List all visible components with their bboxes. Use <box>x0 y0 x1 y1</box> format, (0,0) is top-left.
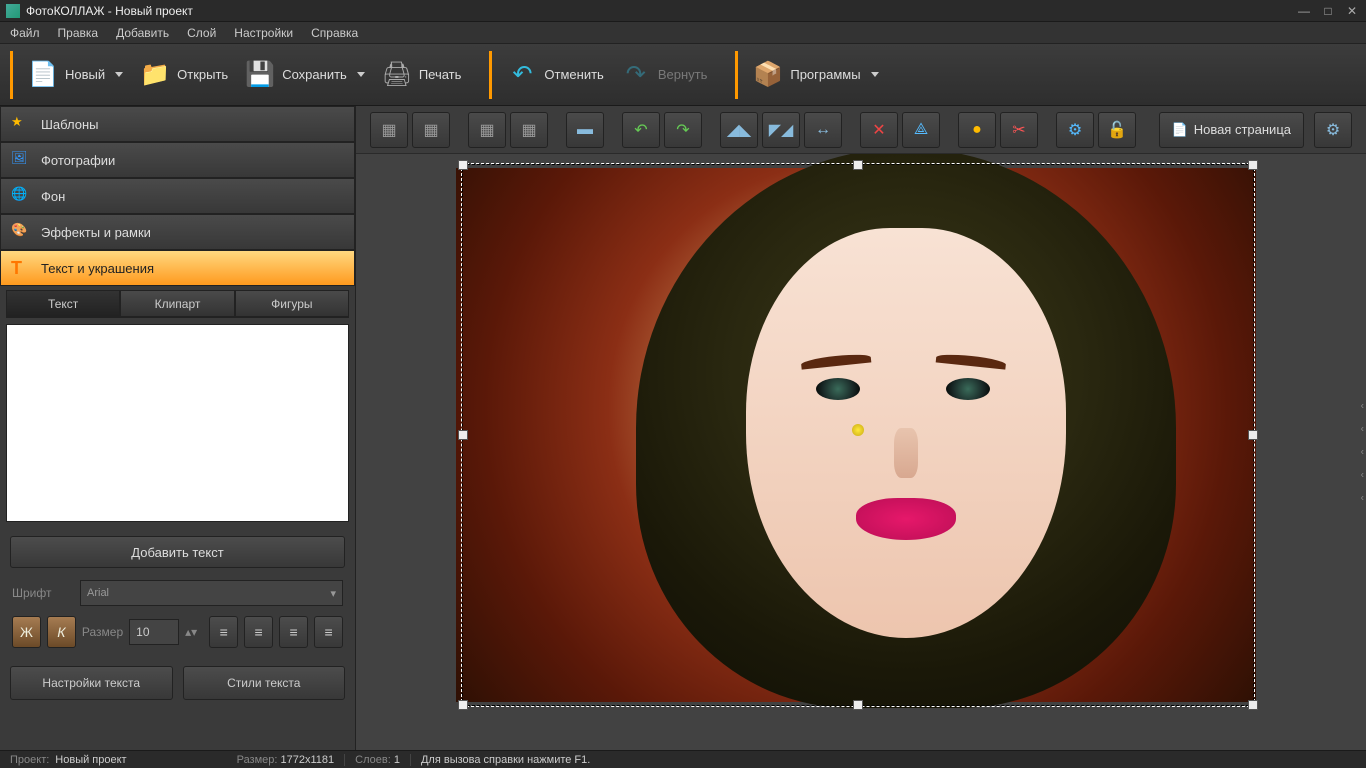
rotate-right-button[interactable]: ↷ <box>664 112 702 148</box>
settings-gear-button[interactable]: ⚙ <box>1056 112 1094 148</box>
align-center-button[interactable]: ≡ <box>244 616 273 648</box>
accordion-effects[interactable]: 🎨 Эффекты и рамки <box>0 214 355 250</box>
fit-button[interactable]: ↔ <box>804 112 842 148</box>
bring-front-button[interactable]: ▦ <box>370 112 408 148</box>
align-right-button[interactable]: ≡ <box>279 616 308 648</box>
palette-icon: 🎨 <box>11 222 31 242</box>
font-select[interactable]: Arial ▾ <box>80 580 343 606</box>
italic-button[interactable]: К <box>47 616 76 648</box>
box-icon: 📦 <box>752 59 784 91</box>
align-left-button[interactable]: ≡ <box>209 616 238 648</box>
text-styles-button[interactable]: Стили текста <box>183 666 346 700</box>
bold-button[interactable]: Ж <box>12 616 41 648</box>
canvas-area: ▦ ▦ ▦ ▦ ▬ ↶ ↷ ◢◣ ◤◢ ↔ ✕ ⟁ ● ✂ ⚙ 🔓 📄 <box>356 106 1366 750</box>
canvas-toolbar: ▦ ▦ ▦ ▦ ▬ ↶ ↷ ◢◣ ◤◢ ↔ ✕ ⟁ ● ✂ ⚙ 🔓 📄 <box>356 106 1366 154</box>
left-panel: ★ Шаблоны 🖼 Фотографии 🌐 Фон 🎨 Эффекты и… <box>0 106 356 750</box>
print-button[interactable]: 🖨 Печать <box>373 55 470 95</box>
chevron-down-icon <box>115 72 123 77</box>
statusbar: Проект: Новый проект Размер: 1772x1181 С… <box>0 750 1366 768</box>
undo-button[interactable]: ↶ Отменить <box>498 55 611 95</box>
menubar: Файл Правка Добавить Слой Настройки Спра… <box>0 22 1366 44</box>
page-settings-button[interactable]: ⚙ <box>1314 112 1352 148</box>
menu-edit[interactable]: Правка <box>58 26 99 40</box>
accordion-text-decor[interactable]: T Текст и украшения <box>0 250 355 286</box>
chevron-down-icon <box>357 72 365 77</box>
accordion-background[interactable]: 🌐 Фон <box>0 178 355 214</box>
portrait-lips <box>856 498 956 540</box>
print-icon: 🖨 <box>381 59 413 91</box>
panel-collapse-dots[interactable]: ‹‹‹‹‹ <box>1361 401 1364 504</box>
new-button[interactable]: 📄 Новый <box>19 55 131 95</box>
maximize-button[interactable]: □ <box>1320 4 1336 18</box>
page-add-icon: 📄 <box>1172 122 1188 138</box>
save-icon: 💾 <box>244 59 276 91</box>
portrait-eye <box>946 378 990 400</box>
undo-icon: ↶ <box>506 59 538 91</box>
programs-button[interactable]: 📦 Программы <box>744 55 886 95</box>
menu-settings[interactable]: Настройки <box>234 26 293 40</box>
status-project-value: Новый проект <box>55 754 126 766</box>
minimize-button[interactable]: — <box>1296 4 1312 18</box>
delete-button[interactable]: ✕ <box>860 112 898 148</box>
size-label: Размер <box>82 625 123 639</box>
lock-button[interactable]: 🔓 <box>1098 112 1136 148</box>
size-spinner-icon[interactable]: ▴▾ <box>185 625 197 639</box>
text-preview <box>6 324 349 522</box>
align-justify-button[interactable]: ≡ <box>314 616 343 648</box>
save-button[interactable]: 💾 Сохранить <box>236 55 373 95</box>
color-button[interactable]: ● <box>958 112 996 148</box>
chevron-down-icon <box>871 72 879 77</box>
flip-h-button[interactable]: ◢◣ <box>720 112 758 148</box>
tab-shapes[interactable]: Фигуры <box>235 290 349 317</box>
app-icon <box>6 4 20 18</box>
photo-icon: 🖼 <box>11 150 31 170</box>
globe-icon: 🌐 <box>11 186 31 206</box>
font-label: Шрифт <box>12 586 72 600</box>
layer-down-button[interactable]: ▦ <box>510 112 548 148</box>
chevron-down-icon: ▾ <box>330 587 336 600</box>
titlebar: ФотоКОЛЛАЖ - Новый проект — □ ✕ <box>0 0 1366 22</box>
new-page-button[interactable]: 📄 Новая страница <box>1159 112 1304 148</box>
portrait-nose <box>894 428 918 478</box>
layer-up-button[interactable]: ▦ <box>468 112 506 148</box>
folder-open-icon: 📁 <box>139 59 171 91</box>
cut-button[interactable]: ✂ <box>1000 112 1038 148</box>
accordion-templates[interactable]: ★ Шаблоны <box>0 106 355 142</box>
tab-clipart[interactable]: Клипарт <box>120 290 234 317</box>
size-input[interactable] <box>129 619 179 645</box>
open-button[interactable]: 📁 Открыть <box>131 55 236 95</box>
close-button[interactable]: ✕ <box>1344 4 1360 18</box>
text-icon: T <box>11 258 31 278</box>
accordion-photos[interactable]: 🖼 Фотографии <box>0 142 355 178</box>
menu-layer[interactable]: Слой <box>187 26 216 40</box>
align-button[interactable]: ▬ <box>566 112 604 148</box>
new-icon: 📄 <box>27 59 59 91</box>
menu-add[interactable]: Добавить <box>116 26 169 40</box>
status-help-hint: Для вызова справки нажмите F1. <box>411 754 600 766</box>
redo-icon: ↷ <box>620 59 652 91</box>
tab-text[interactable]: Текст <box>6 290 120 317</box>
status-size-value: 1772x1181 <box>281 754 335 766</box>
redo-button[interactable]: ↷ Вернуть <box>612 55 716 95</box>
rotate-left-button[interactable]: ↶ <box>622 112 660 148</box>
menu-file[interactable]: Файл <box>10 26 40 40</box>
status-layers-value: 1 <box>394 754 400 766</box>
flip-v-button[interactable]: ◤◢ <box>762 112 800 148</box>
window-title: ФотоКОЛЛАЖ - Новый проект <box>26 4 1296 18</box>
text-settings-button[interactable]: Настройки текста <box>10 666 173 700</box>
send-back-button[interactable]: ▦ <box>412 112 450 148</box>
star-icon: ★ <box>11 114 31 134</box>
status-project-label: Проект: <box>10 754 49 766</box>
canvas[interactable] <box>456 168 1256 702</box>
crop-button[interactable]: ⟁ <box>902 112 940 148</box>
main-toolbar: 📄 Новый 📁 Открыть 💾 Сохранить 🖨 Печать ↶… <box>0 44 1366 106</box>
add-text-button[interactable]: Добавить текст <box>10 536 345 568</box>
portrait-eye <box>816 378 860 400</box>
menu-help[interactable]: Справка <box>311 26 358 40</box>
